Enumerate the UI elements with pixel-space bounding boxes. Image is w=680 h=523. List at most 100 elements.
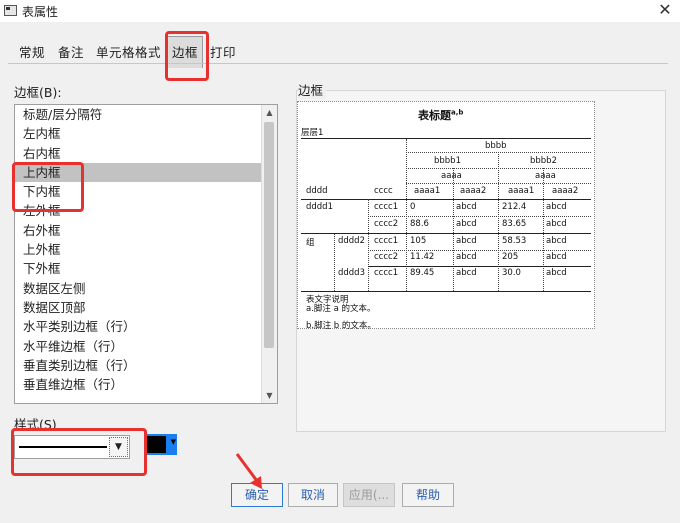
sample-cell: 88.6 xyxy=(410,219,429,229)
sample-cell: dddd3 xyxy=(338,268,365,278)
border-list-items: 标题/层分隔符 左内框 右内框 上内框 下内框 左外框 右外框 上外框 下外框 数据区左侧 数据区顶… xyxy=(15,105,277,394)
preview-label: 边框 xyxy=(298,80,327,99)
sample-footnote-b: b.脚注 b 的文本。 xyxy=(306,321,376,331)
tab-divider xyxy=(8,63,668,64)
border-list-item[interactable]: 右内框 xyxy=(15,144,277,163)
border-list-item[interactable]: 下外框 xyxy=(15,259,277,278)
sample-col-header: aaaa2 xyxy=(552,186,579,196)
sample-cell: dddd2 xyxy=(338,236,365,246)
apply-suffix: ... xyxy=(377,488,390,502)
sample-footnote-a: a.脚注 a 的文本。 xyxy=(306,304,376,314)
cancel-label: 取消 xyxy=(300,488,325,502)
border-line xyxy=(301,138,591,139)
sample-header: aaaa xyxy=(535,171,556,181)
sample-title: 表标题a,b xyxy=(418,108,464,122)
border-list-item[interactable]: 标题/层分隔符 xyxy=(15,105,277,124)
sample-cell: 30.0 xyxy=(502,268,521,278)
sample-cell: abcd xyxy=(456,236,477,246)
sample-header: bbbb2 xyxy=(530,156,557,166)
scroll-thumb[interactable] xyxy=(264,122,274,348)
sample-col-header: aaaa2 xyxy=(460,186,487,196)
tab-cell-format[interactable]: 单元格格式 xyxy=(96,42,161,61)
line-style-sample xyxy=(19,446,107,448)
sample-row-divider xyxy=(368,266,591,267)
dialog-body: 常规 备注 单元格格式 边框 打印 边框(B): 标题/层分隔符 左内框 右内框 上内… xyxy=(0,22,680,523)
cancel-button[interactable]: 取消 xyxy=(288,483,338,507)
sample-cell: 83.65 xyxy=(502,219,527,229)
sample-col-header: aaaa1 xyxy=(414,186,441,196)
sample-header: aaaa xyxy=(441,171,462,181)
sample-cell: 212.4 xyxy=(502,202,527,212)
border-list-label: 边框(B): xyxy=(14,85,62,100)
apply-label: 应用( xyxy=(348,488,378,502)
sample-cell: cccc1 xyxy=(374,236,399,246)
sample-cell: cccc2 xyxy=(374,252,399,262)
border-color-button[interactable]: ▼ xyxy=(145,434,177,455)
border-list-item[interactable]: 水平维边框（行） xyxy=(15,337,277,356)
color-swatch xyxy=(147,436,166,453)
sample-row-divider xyxy=(368,250,591,251)
sample-group: 组 xyxy=(306,238,315,248)
chevron-down-icon[interactable]: ▼ xyxy=(109,437,128,457)
sample-cell: abcd xyxy=(546,252,567,262)
window-title: 表属性 xyxy=(22,5,59,19)
sample-cell: 205 xyxy=(502,252,519,262)
close-button[interactable]: ✕ xyxy=(656,0,674,20)
help-label: 帮助 xyxy=(415,488,440,502)
sample-row-header: dddd xyxy=(306,186,328,196)
border-list-item[interactable]: 数据区左侧 xyxy=(15,279,277,298)
sample-cell: abcd xyxy=(546,219,567,229)
border-list-item[interactable]: 左内框 xyxy=(15,124,277,143)
border-list-item[interactable]: 下内框 xyxy=(15,182,277,201)
sample-row-divider xyxy=(368,216,591,217)
border-list-item[interactable]: 水平类别边框（行） xyxy=(15,317,277,336)
style-label: 样式(S) xyxy=(14,417,57,432)
sample-cell: abcd xyxy=(546,268,567,278)
border-list-item[interactable]: 数据区顶部 xyxy=(15,298,277,317)
scroll-up-arrow-icon[interactable]: ▲ xyxy=(262,105,277,120)
border-list-item[interactable]: 左外框 xyxy=(15,201,277,220)
app-icon xyxy=(4,5,17,16)
help-button[interactable]: 帮助 xyxy=(402,483,454,507)
sample-cell: cccc2 xyxy=(374,219,399,229)
border-preview-frame: 表标题a,b 层层1 bbbb bbbb1 bbbb2 aaaa aaaa dd… xyxy=(296,90,666,432)
border-list-item[interactable]: 上内框 xyxy=(15,162,277,183)
sample-cell: abcd xyxy=(456,202,477,212)
sample-table: 表标题a,b 层层1 bbbb bbbb1 bbbb2 aaaa aaaa dd… xyxy=(297,101,595,331)
tab-general[interactable]: 常规 xyxy=(19,42,45,61)
border-list-item[interactable]: 垂直维边框（行） xyxy=(15,375,277,394)
sample-cell: 11.42 xyxy=(410,252,435,262)
sample-cell: 58.53 xyxy=(502,236,527,246)
sample-cell: abcd xyxy=(456,268,477,278)
sample-cell: 105 xyxy=(410,236,427,246)
sample-header: bbbb xyxy=(485,141,507,151)
border-list-item[interactable]: 垂直类别边框（行） xyxy=(15,356,277,375)
border-list-item[interactable]: 右外框 xyxy=(15,221,277,240)
sample-cell: 89.45 xyxy=(410,268,435,278)
tab-notes[interactable]: 备注 xyxy=(58,42,84,61)
border-listbox[interactable]: 标题/层分隔符 左内框 右内框 上内框 下内框 左外框 右外框 上外框 下外框 数据区左侧 数据区顶… xyxy=(14,104,278,404)
scroll-down-arrow-icon[interactable]: ▼ xyxy=(262,388,277,403)
list-scrollbar[interactable]: ▲ ▼ xyxy=(261,105,277,403)
sample-cell: dddd1 xyxy=(306,202,333,212)
ok-button[interactable]: 确定 xyxy=(231,483,283,507)
dropdown-arrow-icon: ▼ xyxy=(170,438,176,446)
apply-button: 应用(... xyxy=(343,483,395,507)
tab-print[interactable]: 打印 xyxy=(210,42,236,61)
border-list-item[interactable]: 上外框 xyxy=(15,240,277,259)
ok-label: 确定 xyxy=(244,488,269,502)
sample-header: bbbb1 xyxy=(434,156,461,166)
sample-layer: 层层1 xyxy=(301,128,324,138)
sample-cell: cccc1 xyxy=(374,268,399,278)
sample-cell: abcd xyxy=(456,252,477,262)
sample-col-header: aaaa1 xyxy=(508,186,535,196)
sample-row-divider xyxy=(301,233,591,234)
sample-row-header: cccc xyxy=(374,186,393,196)
sample-cell: abcd xyxy=(546,236,567,246)
sample-cell: 0 xyxy=(410,202,416,212)
line-style-select[interactable]: ▼ xyxy=(14,435,130,459)
title-bar: 表属性 ✕ xyxy=(0,0,680,22)
sample-cell: cccc1 xyxy=(374,202,399,212)
sample-cell: abcd xyxy=(456,219,477,229)
sample-cell: abcd xyxy=(546,202,567,212)
